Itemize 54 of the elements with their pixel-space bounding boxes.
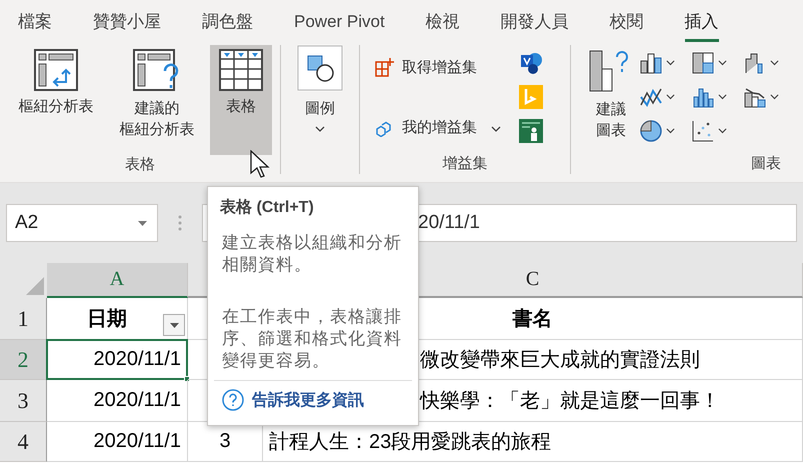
row-header[interactable]: 2	[0, 340, 47, 380]
store-icon	[374, 56, 396, 78]
ribbon-tab[interactable]: 贊贊小屋	[93, 4, 161, 42]
group-label: 增益集	[442, 154, 488, 174]
row-header[interactable]: 4	[0, 422, 47, 462]
caret-icon	[718, 94, 727, 100]
caret-icon	[718, 128, 727, 134]
ribbon-tab[interactable]: Power Pivot	[294, 6, 385, 40]
pivot-table-button[interactable]: 樞紐分析表	[8, 45, 104, 155]
ribbon-tab[interactable]: 調色盤	[202, 4, 253, 42]
dropdown-icon	[170, 322, 178, 328]
get-addins-button[interactable]: 取得增益集	[374, 51, 501, 83]
help-icon	[222, 389, 244, 411]
caret-icon	[666, 60, 675, 66]
ribbon-tab[interactable]: 檢視	[426, 4, 460, 42]
caret-icon	[315, 126, 325, 132]
recommended-pivot-button[interactable]: 建議的 樞紐分析表	[110, 45, 204, 155]
caret-icon	[770, 94, 779, 100]
my-addins-button[interactable]: 我的增益集	[374, 111, 501, 143]
scatter-chart-icon[interactable]	[691, 119, 715, 143]
caret-icon	[666, 128, 675, 134]
group-label: 表格	[125, 155, 155, 175]
pivot-table-icon	[34, 49, 78, 91]
pie-chart-icon[interactable]	[639, 119, 663, 143]
grip-icon	[178, 215, 182, 231]
filter-button[interactable]	[163, 314, 185, 336]
pivot-table-question-icon	[133, 49, 181, 93]
caret-icon	[770, 60, 779, 66]
row-header[interactable]: 3	[0, 380, 47, 422]
table-cell: 2020/11/1	[47, 422, 188, 462]
group-label: 圖表	[751, 154, 781, 174]
caret-icon	[666, 94, 675, 100]
caret-icon	[491, 126, 501, 132]
caret-icon	[718, 60, 727, 66]
hierarchy-chart-icon[interactable]	[691, 51, 715, 75]
illustrations-button[interactable]: 圖例	[297, 45, 343, 132]
ribbon-tab[interactable]: 校閱	[610, 4, 644, 42]
recommended-charts-button[interactable]: 建議圖表	[589, 45, 633, 154]
table-icon	[219, 49, 263, 91]
column-header[interactable]: A	[47, 263, 188, 298]
column-chart-icon[interactable]	[639, 51, 663, 75]
visio-icon[interactable]	[519, 51, 543, 75]
ribbon-tab[interactable]: 開發人員	[500, 4, 569, 42]
name-box[interactable]: A2	[6, 204, 158, 242]
people-graph-icon[interactable]	[519, 119, 543, 143]
table-cell: 2020/11/1	[47, 340, 188, 380]
header-cell: 日期	[47, 298, 188, 340]
dropdown-icon	[138, 220, 147, 226]
shapes-icon	[297, 45, 343, 91]
ribbon-tab[interactable]: 檔案	[18, 4, 52, 42]
table-button[interactable]: 表格	[210, 45, 272, 155]
row-header[interactable]: 1	[0, 298, 47, 340]
table-cell: 2020/11/1	[47, 380, 188, 422]
mouse-cursor-icon	[250, 150, 270, 178]
